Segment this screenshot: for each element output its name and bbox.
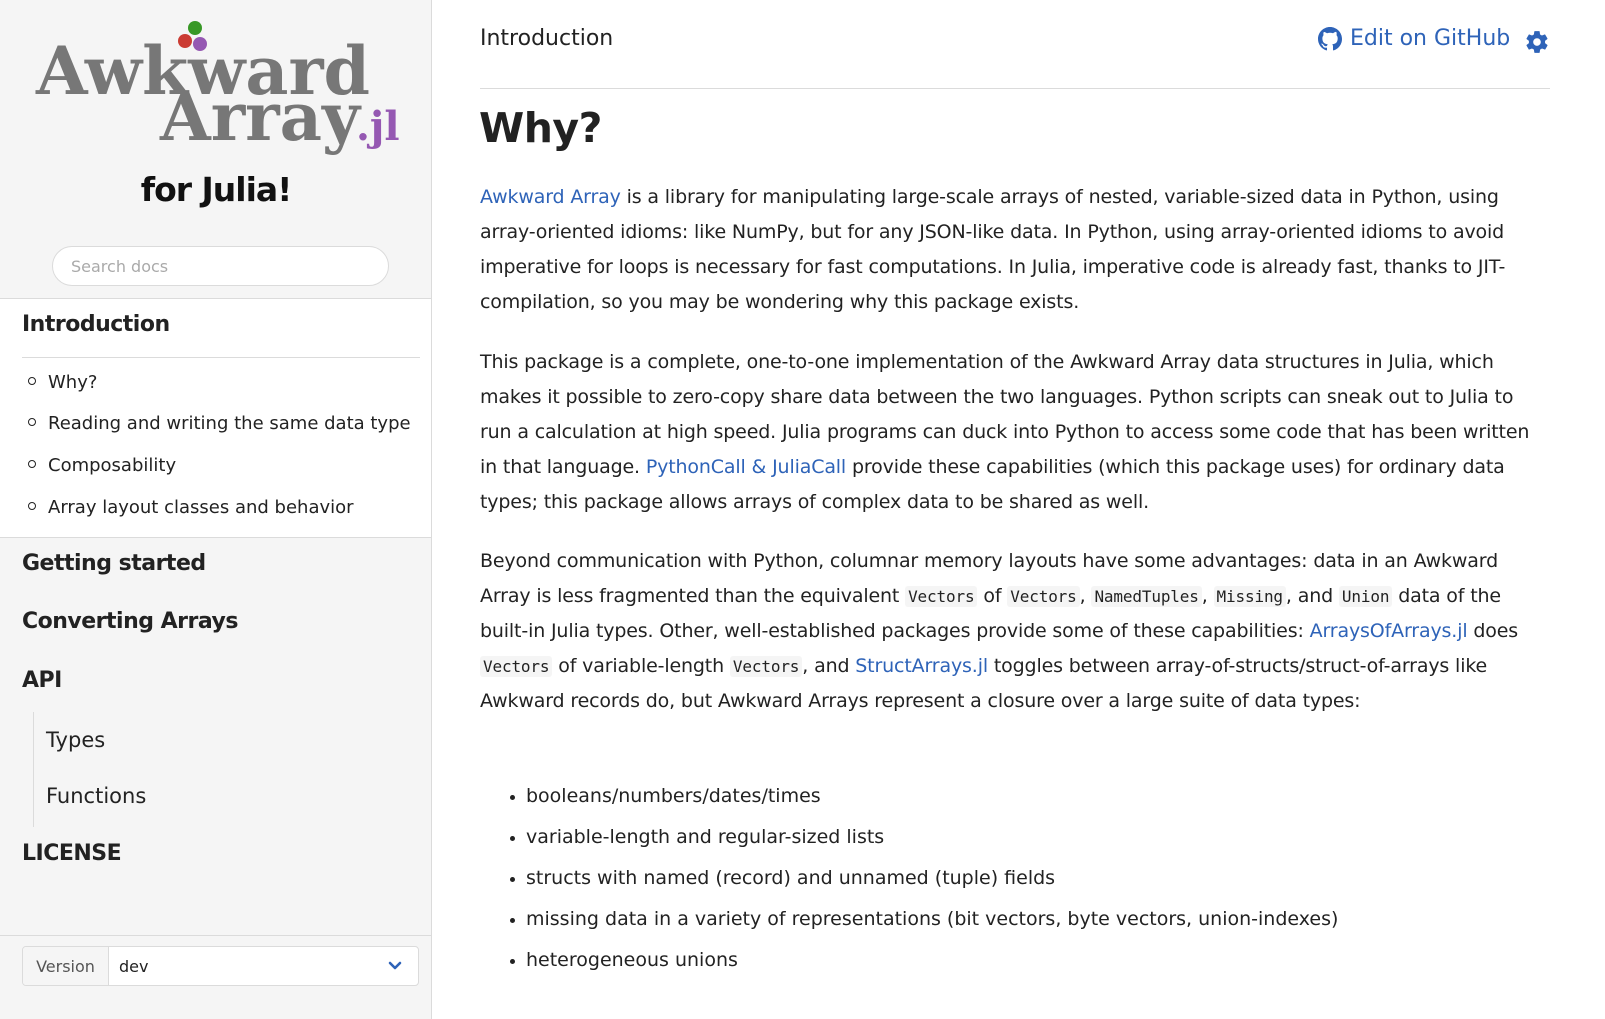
- circle-bullet-icon: [28, 418, 36, 426]
- page-title: Why?: [479, 104, 602, 152]
- code-vectors: Vectors: [729, 656, 803, 677]
- code-vectors: Vectors: [905, 586, 978, 607]
- code-missing: Missing: [1213, 586, 1286, 607]
- divider: [480, 88, 1550, 89]
- circle-bullet-icon: [28, 460, 36, 468]
- data-types-list: booleans/numbers/dates/times variable-le…: [480, 778, 1338, 983]
- list-item: missing data in a variety of representat…: [480, 901, 1338, 942]
- version-selector[interactable]: Version dev: [22, 946, 419, 986]
- code-vectors: Vectors: [1007, 586, 1080, 607]
- logo-suffix: .jl: [356, 103, 400, 150]
- code-vectors: Vectors: [480, 656, 553, 677]
- arraysofarrays-link[interactable]: ArraysOfArrays.jl: [1310, 620, 1468, 642]
- awkward-array-link[interactable]: Awkward Array: [480, 186, 621, 208]
- code-namedtuples: NamedTuples: [1091, 586, 1202, 607]
- edit-on-github-link[interactable]: Edit on GitHub: [1318, 26, 1510, 51]
- logo-line2: Array: [159, 78, 362, 156]
- nav-item-introduction[interactable]: Introduction: [22, 312, 170, 337]
- edit-on-github-label: Edit on GitHub: [1350, 26, 1511, 51]
- toc-item-reading-writing[interactable]: Reading and writing the same data type: [28, 413, 411, 434]
- circle-bullet-icon: [28, 377, 36, 385]
- nav-item-license[interactable]: LICENSE: [22, 841, 122, 866]
- site-title: for Julia!: [140, 170, 293, 209]
- chevron-down-icon: [372, 947, 418, 985]
- logo-link[interactable]: Awkward Array .jl: [34, 16, 410, 162]
- api-group-line: [33, 712, 34, 827]
- awkward-array-logo: Awkward Array .jl: [35, 21, 400, 156]
- paragraph-intro: Awkward Array is a library for manipulat…: [480, 186, 1506, 313]
- structarrays-link[interactable]: StructArrays.jl: [855, 655, 988, 677]
- list-item: heterogeneous unions: [480, 942, 1338, 983]
- pythoncall-juliacall-link[interactable]: PythonCall & JuliaCall: [646, 456, 846, 478]
- circle-bullet-icon: [28, 502, 36, 510]
- sidebar: Awkward Array .jl for Julia! Introductio…: [0, 0, 432, 1019]
- list-item: structs with named (record) and unnamed …: [480, 860, 1338, 901]
- list-item: variable-length and regular-sized lists: [480, 819, 1338, 860]
- paragraph-columnar: Beyond communication with Python, column…: [480, 550, 1519, 712]
- gear-icon[interactable]: [1524, 29, 1550, 59]
- toc-item-why[interactable]: Why?: [28, 372, 97, 393]
- nav-item-api[interactable]: API: [22, 668, 62, 693]
- breadcrumb: Introduction: [480, 26, 614, 51]
- version-value: dev: [119, 956, 149, 976]
- paragraph-implementation: This package is a complete, one-to-one i…: [480, 351, 1530, 513]
- nav-item-getting-started[interactable]: Getting started: [22, 551, 206, 576]
- search-input[interactable]: [52, 246, 389, 286]
- github-icon: [1318, 26, 1342, 50]
- nav-item-functions[interactable]: Functions: [46, 784, 146, 808]
- list-item: booleans/numbers/dates/times: [480, 778, 1338, 819]
- toc-item-composability[interactable]: Composability: [28, 455, 176, 476]
- version-label: Version: [23, 947, 109, 985]
- toc-item-array-layout[interactable]: Array layout classes and behavior: [28, 497, 354, 518]
- divider: [22, 357, 420, 358]
- code-union: Union: [1338, 586, 1393, 607]
- nav-item-converting-arrays[interactable]: Converting Arrays: [22, 609, 239, 634]
- divider: [0, 935, 431, 936]
- nav-item-types[interactable]: Types: [46, 728, 105, 752]
